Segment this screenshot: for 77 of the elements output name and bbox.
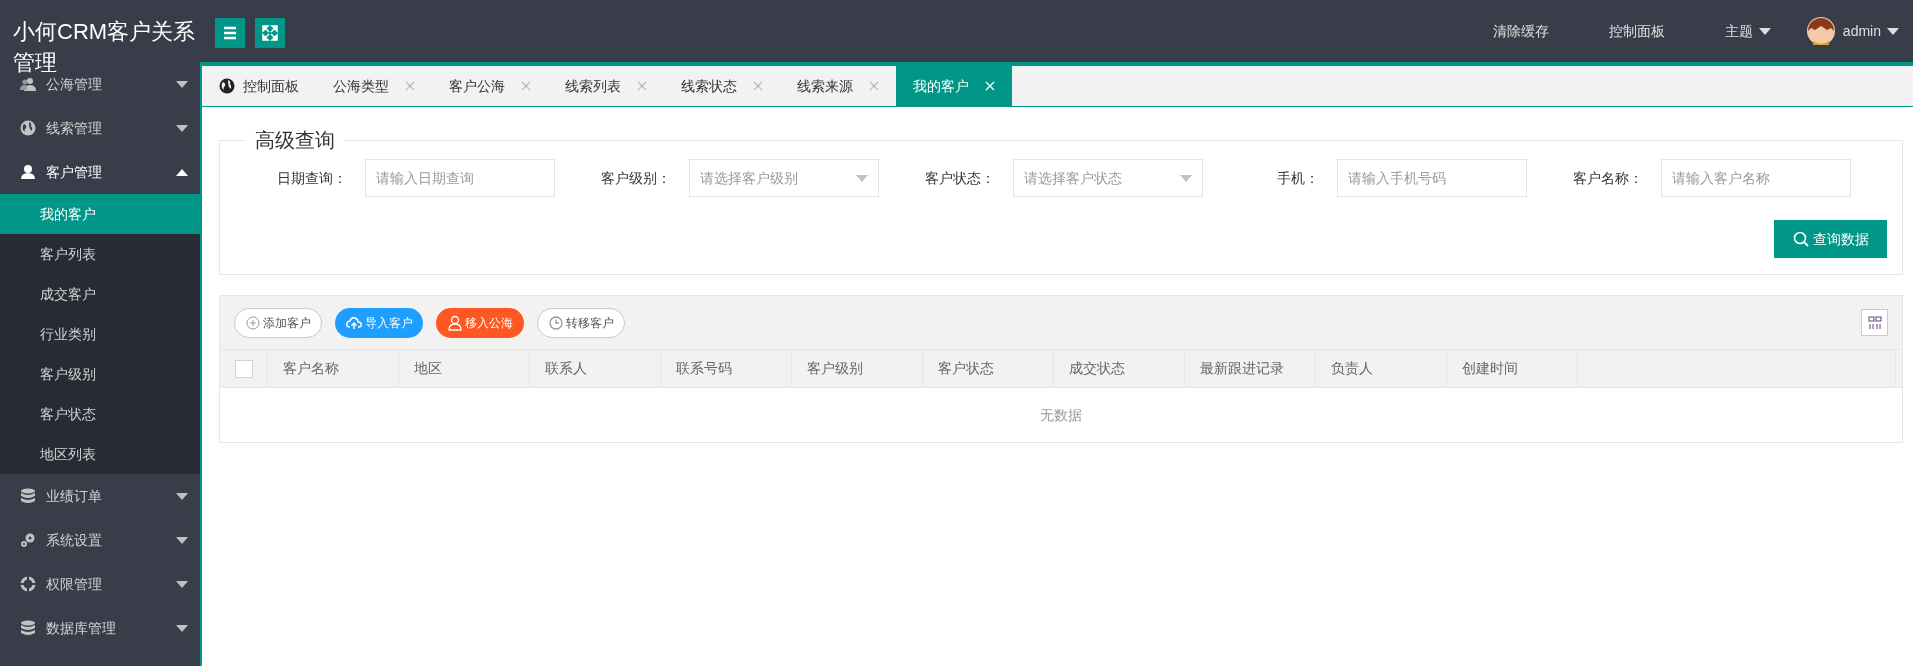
field-label: 日期查询： (276, 168, 348, 188)
close-icon[interactable] (753, 81, 763, 91)
column-header: 最新跟进记录 (1185, 350, 1316, 387)
sidebar-item[interactable]: 公海管理 (46, 76, 102, 92)
tab[interactable]: 线索来源 (780, 66, 896, 106)
user-icon (20, 164, 36, 180)
app-title: 小何CRM客户关系管理 (13, 18, 197, 77)
tab[interactable]: 线索状态 (664, 66, 780, 106)
field-label: 客户状态： (924, 168, 996, 188)
user-icon (447, 314, 462, 331)
input-field[interactable]: 请输入日期查询 (365, 159, 555, 197)
column-header: 联系人 (530, 350, 661, 387)
field-label: 客户级别： (600, 168, 672, 188)
nav-link[interactable]: 主题 (1724, 10, 1771, 52)
database-icon (20, 620, 36, 636)
input-field[interactable]: 请输入客户名称 (1661, 159, 1851, 197)
plus-icon (245, 315, 260, 330)
submenu-item[interactable]: 客户列表 (0, 234, 200, 274)
search-icon (1792, 231, 1809, 247)
caret-icon (856, 174, 868, 182)
column-header: 创建时间 (1447, 350, 1578, 387)
column-header: 客户名称 (268, 350, 399, 387)
users-icon (20, 76, 36, 92)
lifebuoy-icon (20, 576, 36, 592)
tab[interactable]: 控制面板 (202, 66, 316, 106)
query-button[interactable]: 查询数据 (1774, 220, 1887, 258)
toolbar-button[interactable]: 转移客户 (537, 307, 625, 338)
tab[interactable]: 公海类型 (316, 66, 432, 106)
field-label: 手机： (1276, 168, 1320, 188)
user-menu[interactable]: admin (1842, 10, 1899, 52)
menu-icon[interactable] (215, 18, 245, 48)
globe-icon (20, 120, 36, 136)
sidebar-item[interactable]: 线索管理 (46, 120, 102, 136)
submenu-item[interactable]: 我的客户 (0, 194, 200, 234)
sidebar-item[interactable]: 数据库管理 (46, 620, 116, 636)
submenu-item[interactable]: 客户级别 (0, 354, 200, 394)
tab[interactable]: 我的客户 (896, 66, 1012, 106)
close-icon[interactable] (521, 81, 531, 91)
database-icon (20, 488, 36, 504)
column-header: 成交状态 (1054, 350, 1185, 387)
upload-icon (345, 315, 362, 330)
nav-link[interactable]: 控制面板 (1608, 10, 1665, 52)
submenu-item[interactable]: 成交客户 (0, 274, 200, 314)
column-header: 负责人 (1316, 350, 1447, 387)
close-icon[interactable] (637, 81, 647, 91)
tab[interactable]: 线索列表 (548, 66, 664, 106)
close-icon[interactable] (405, 81, 415, 91)
caret-icon (1180, 174, 1192, 182)
empty-message: 无数据 (1040, 405, 1082, 425)
checkbox[interactable] (234, 359, 253, 378)
sidebar-item[interactable]: 系统设置 (46, 532, 102, 548)
caret-icon (1887, 27, 1899, 35)
field-label: 客户名称： (1572, 168, 1644, 188)
column-header: 联系号码 (661, 350, 792, 387)
avatar-icon[interactable] (1806, 17, 1835, 45)
caret-icon (1758, 27, 1771, 35)
submenu-item[interactable]: 行业类别 (0, 314, 200, 354)
submenu-item[interactable]: 地区列表 (0, 434, 200, 474)
input-field[interactable]: 请输入手机号码 (1337, 159, 1527, 197)
submenu-item[interactable]: 客户状态 (0, 394, 200, 434)
clock-icon (548, 315, 563, 330)
column-header: 客户级别 (792, 350, 923, 387)
columns-icon (1867, 315, 1882, 330)
gears-icon (20, 532, 36, 548)
nav-link[interactable]: 清除缓存 (1492, 10, 1549, 52)
sidebar-item[interactable]: 权限管理 (46, 576, 102, 592)
tab[interactable]: 客户公海 (432, 66, 548, 106)
sidebar-item[interactable]: 业绩订单 (46, 488, 102, 504)
column-header: 客户状态 (923, 350, 1054, 387)
columns-button[interactable] (1861, 309, 1888, 336)
close-icon[interactable] (869, 81, 879, 91)
toolbar-button[interactable]: 添加客户 (234, 307, 322, 338)
column-header: 地区 (399, 350, 530, 387)
fullscreen-icon[interactable] (255, 18, 285, 48)
globe-icon (219, 78, 235, 94)
sidebar-item[interactable]: 客户管理 (46, 164, 102, 180)
section-title: 高级查询 (254, 128, 336, 153)
